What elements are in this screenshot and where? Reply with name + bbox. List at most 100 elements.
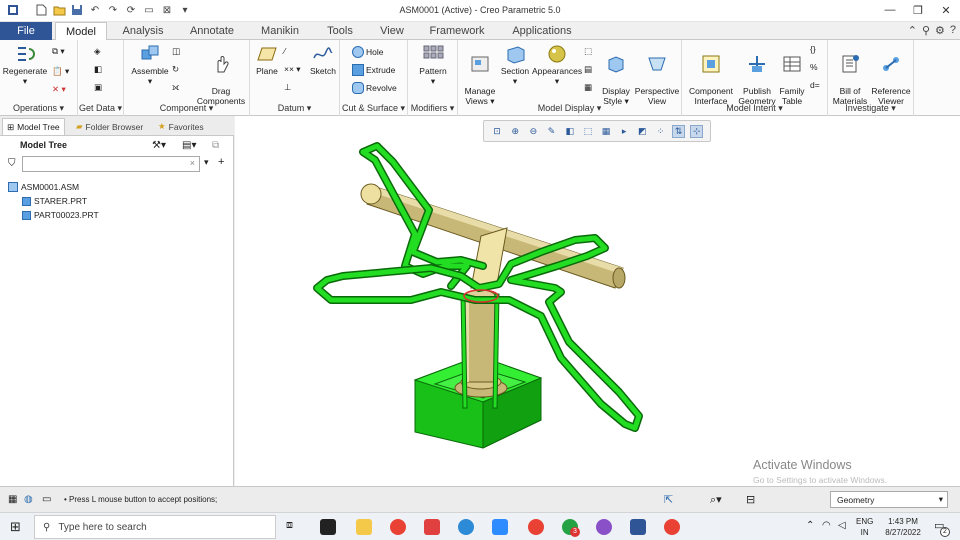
create-component-icon[interactable]: ◫ bbox=[172, 46, 180, 57]
sketch-button[interactable]: Sketch bbox=[308, 44, 338, 76]
tab-analysis[interactable]: Analysis bbox=[112, 22, 174, 40]
component-menu[interactable]: Component ▾ bbox=[124, 103, 249, 114]
minimize-icon[interactable]: — bbox=[876, 0, 904, 20]
tab-manikin[interactable]: Manikin bbox=[250, 22, 310, 40]
store-icon[interactable] bbox=[320, 519, 336, 535]
teamviewer-icon[interactable] bbox=[458, 519, 474, 535]
copy-geometry-icon[interactable]: ◧ bbox=[94, 64, 102, 75]
language-indicator[interactable]: ENG IN bbox=[856, 516, 873, 538]
pattern-button[interactable]: Pattern ▾ bbox=[410, 44, 456, 86]
show-icon[interactable]: ▤▾ bbox=[182, 140, 196, 151]
graphics-window[interactable]: ⊡ ⊕ ⊖ ✎ ◧ ⬚ ▦ ▸ ◩ ⁘ ⇅ ⊹ Activate Windows… bbox=[235, 116, 960, 486]
plane-button[interactable]: Plane bbox=[252, 44, 282, 76]
hole-button[interactable]: Hole bbox=[352, 46, 383, 58]
bill-of-materials-button[interactable]: Bill of Materials bbox=[830, 44, 870, 106]
help-icon[interactable]: ? bbox=[950, 24, 956, 37]
mirror-component-icon[interactable]: ⟗ bbox=[172, 82, 179, 93]
windows-start-icon[interactable]: ⊞ bbox=[10, 519, 21, 535]
tab-folder-browser[interactable]: ▰ Folder Browser bbox=[72, 118, 147, 135]
task-view-icon[interactable]: ⧈ bbox=[286, 519, 293, 532]
tab-model[interactable]: Model bbox=[55, 22, 107, 40]
tree-item-part[interactable]: STARER.PRT bbox=[22, 196, 87, 206]
tree-item-part[interactable]: PART00023.PRT bbox=[22, 210, 99, 220]
full-screen-icon[interactable]: ▭ bbox=[42, 494, 51, 505]
drag-components-button[interactable]: Drag Components bbox=[194, 44, 248, 106]
shrinkwrap-icon[interactable]: ▣ bbox=[94, 82, 102, 93]
paste-icon[interactable]: 📋 ▾ bbox=[52, 66, 69, 77]
appearances-button[interactable]: Appearances ▾ bbox=[532, 44, 582, 86]
switch-dimensions-icon[interactable]: % bbox=[810, 62, 818, 72]
perspective-view-button[interactable]: Perspective View bbox=[634, 44, 680, 106]
section-button[interactable]: Section ▾ bbox=[498, 44, 532, 86]
tray-chevron-icon[interactable]: ⌃ bbox=[806, 520, 814, 531]
saved-orientations-icon[interactable]: ⬚ bbox=[584, 46, 592, 57]
component-interface-button[interactable]: Component Interface bbox=[684, 44, 738, 106]
datum-menu[interactable]: Datum ▾ bbox=[250, 103, 339, 114]
clock[interactable]: 1:43 PM 8/27/2022 bbox=[880, 516, 926, 538]
tab-tools[interactable]: Tools bbox=[316, 22, 364, 40]
tab-file[interactable]: File bbox=[0, 22, 52, 40]
operations-menu[interactable]: Operations ▾ bbox=[0, 103, 77, 114]
creo-taskbar-icon[interactable] bbox=[630, 519, 646, 535]
layers-icon[interactable]: ▤ bbox=[584, 64, 592, 75]
model-intent-menu[interactable]: Model Intent ▾ bbox=[682, 103, 827, 114]
toggle-navigator-icon[interactable]: ▦ bbox=[8, 494, 17, 505]
parameters-icon[interactable]: d= bbox=[810, 80, 820, 90]
tree-item-assembly[interactable]: ASM0001.ASM bbox=[8, 182, 79, 192]
view-manager-icon[interactable]: ▦ bbox=[584, 82, 592, 93]
wifi-icon[interactable]: ◠ bbox=[822, 520, 831, 531]
model-viewport[interactable] bbox=[235, 116, 960, 486]
maximize-icon[interactable]: ❐ bbox=[904, 0, 932, 20]
settings-icon[interactable]: ⚙ bbox=[935, 24, 945, 37]
tab-favorites[interactable]: ★ Favorites bbox=[154, 118, 208, 135]
tree-search-input[interactable]: × bbox=[22, 156, 200, 172]
add-icon[interactable]: + bbox=[218, 156, 224, 168]
cut-surface-menu[interactable]: Cut & Surface ▾ bbox=[340, 103, 407, 114]
tab-framework[interactable]: Framework bbox=[420, 22, 494, 40]
taskbar-search-box[interactable]: ⚲ Type here to search bbox=[34, 515, 276, 539]
search-options-icon[interactable]: ▾ bbox=[204, 157, 209, 168]
tab-applications[interactable]: Applications bbox=[500, 22, 584, 40]
select-icon[interactable]: ⇱ bbox=[664, 493, 673, 506]
regenerate-button[interactable]: Regenerate ▾ bbox=[2, 44, 48, 86]
volume-icon[interactable]: ◁ bbox=[838, 520, 846, 531]
filter-icon[interactable]: ⛉ bbox=[8, 158, 16, 169]
close-icon[interactable]: ✕ bbox=[932, 0, 960, 20]
relations-icon[interactable]: {} bbox=[810, 44, 816, 54]
chrome-icon[interactable] bbox=[390, 519, 406, 535]
assemble-button[interactable]: Assemble ▾ bbox=[128, 44, 172, 86]
chrome-alt-icon[interactable] bbox=[664, 519, 680, 535]
coordinate-system-icon[interactable]: ⊥ bbox=[284, 82, 291, 93]
investigate-menu[interactable]: Investigate ▾ bbox=[828, 103, 913, 114]
tree-settings-icon[interactable]: ⚒▾ bbox=[152, 140, 166, 151]
chrome-profile-icon[interactable] bbox=[528, 519, 544, 535]
user-defined-feature-icon[interactable]: ◈ bbox=[94, 46, 101, 57]
collapse-ribbon-icon[interactable]: ⌃ bbox=[908, 24, 917, 37]
family-table-button[interactable]: Family Table bbox=[776, 44, 808, 106]
tab-annotate[interactable]: Annotate bbox=[180, 22, 244, 40]
model-display-menu[interactable]: Model Display ▾ bbox=[458, 103, 681, 114]
selection-filter-dropdown[interactable]: Geometry ▾ bbox=[830, 491, 948, 508]
clear-search-icon[interactable]: × bbox=[190, 158, 195, 168]
publish-geometry-button[interactable]: Publish Geometry bbox=[738, 44, 776, 106]
revolve-button[interactable]: Revolve bbox=[352, 82, 397, 94]
column-icon[interactable]: ⧉ bbox=[212, 140, 219, 151]
reference-viewer-button[interactable]: Reference Viewer bbox=[870, 44, 912, 106]
extrude-button[interactable]: Extrude bbox=[352, 64, 395, 76]
search-icon[interactable]: ⚲ bbox=[922, 24, 930, 37]
browser-icon[interactable]: ◍ bbox=[24, 494, 33, 505]
repeat-icon[interactable]: ↻ bbox=[172, 64, 179, 75]
find-icon[interactable]: ⌕▾ bbox=[710, 493, 722, 507]
file-explorer-icon[interactable] bbox=[356, 519, 372, 535]
delete-icon[interactable]: ✕ ▾ bbox=[52, 84, 66, 95]
selected-items-icon[interactable]: ⊟ bbox=[746, 493, 755, 506]
copy-icon[interactable]: ⧉ ▾ bbox=[52, 46, 65, 57]
axis-icon[interactable]: ⁄ bbox=[284, 46, 285, 56]
tab-model-tree[interactable]: ⊞ Model Tree bbox=[2, 118, 65, 135]
anydesk-icon[interactable] bbox=[424, 519, 440, 535]
get-data-menu[interactable]: Get Data ▾ bbox=[78, 103, 123, 114]
tab-view[interactable]: View bbox=[370, 22, 414, 40]
manage-views-button[interactable]: Manage Views ▾ bbox=[460, 44, 500, 106]
point-icon[interactable]: ×× ▾ bbox=[284, 64, 301, 75]
chat-icon[interactable] bbox=[596, 519, 612, 535]
